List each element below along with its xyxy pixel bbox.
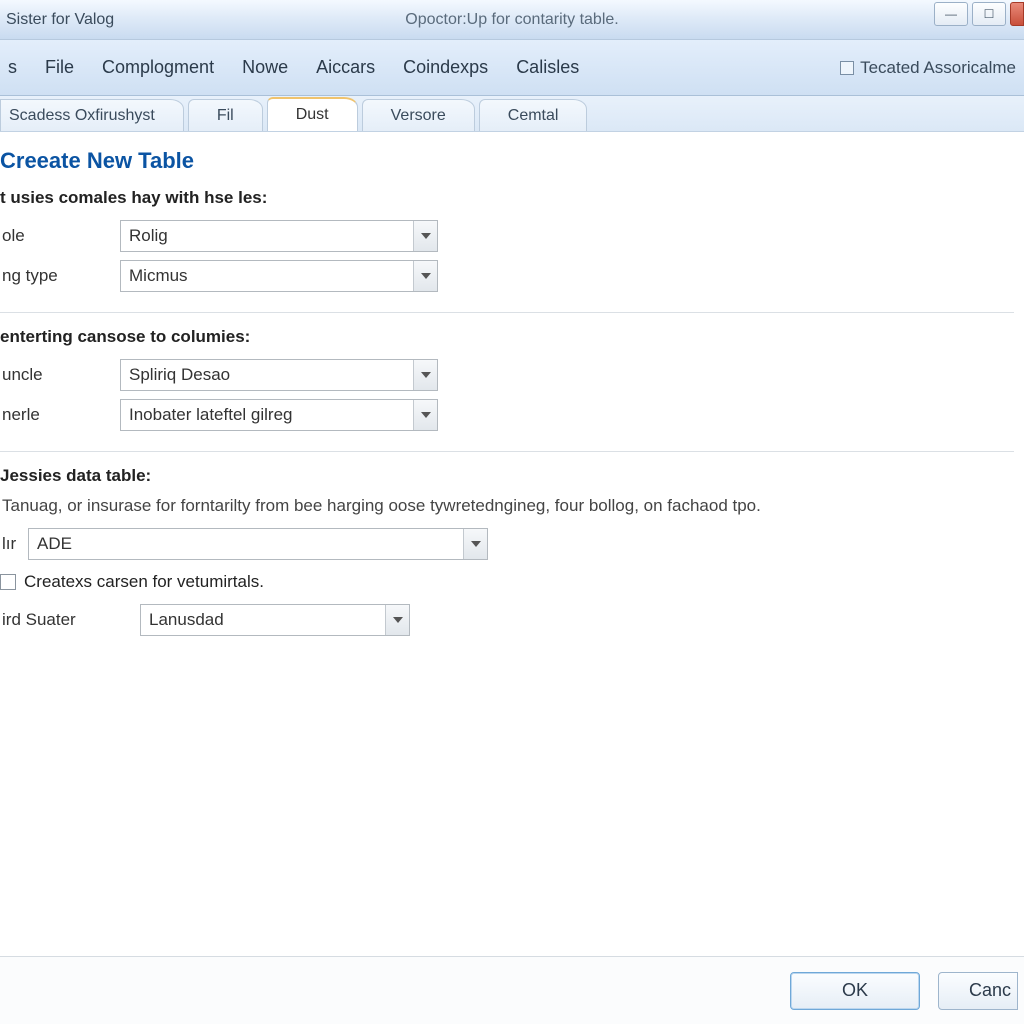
checkbox-label: Createxs carsen for vetumirtals.: [24, 572, 264, 592]
label-ngtype: ng type: [0, 266, 120, 286]
menu-item-file[interactable]: File: [45, 57, 74, 78]
label-uncle: uncle: [0, 365, 120, 385]
minimize-button[interactable]: ―: [934, 2, 968, 26]
row-ade: lır ADE: [0, 526, 1014, 562]
page-title: Creeate New Table: [0, 148, 1014, 174]
checkbox-createxs[interactable]: [0, 574, 16, 590]
row-nerle: nerle Inobater lateftel gilreg: [0, 397, 1014, 433]
tab-fil[interactable]: Fil: [188, 99, 263, 131]
window-controls: ― ☐: [934, 0, 1024, 28]
menu-item-complogment[interactable]: Complogment: [102, 57, 214, 78]
button-label: OK: [842, 980, 868, 1001]
menu-item-calisles[interactable]: Calisles: [516, 57, 579, 78]
chevron-down-icon: [413, 261, 437, 291]
combo-nerle[interactable]: Inobater lateftel gilreg: [120, 399, 438, 431]
combo-uncle[interactable]: Spliriq Desao: [120, 359, 438, 391]
section3-heading: Jessies data table:: [0, 466, 1014, 486]
tab-label: Dust: [296, 106, 329, 124]
menu-item-coindexps[interactable]: Coindexps: [403, 57, 488, 78]
close-button[interactable]: [1010, 2, 1024, 26]
titlebar: Sister for Valog Opoctor:Up for contarit…: [0, 0, 1024, 40]
window-title-left: Sister for Valog: [0, 11, 114, 29]
label-ole: ole: [0, 226, 120, 246]
chevron-down-icon: [463, 529, 487, 559]
tab-dust[interactable]: Dust: [267, 97, 358, 131]
row-ole: ole Rolig: [0, 218, 1014, 254]
combo-ngtype[interactable]: Micmus: [120, 260, 438, 292]
tab-label: Scadess Oxfirushyst: [9, 107, 155, 125]
menu-item-nowe[interactable]: Nowe: [242, 57, 288, 78]
dialog-footer: OK Canc: [0, 956, 1024, 1024]
combo-ade[interactable]: ADE: [28, 528, 488, 560]
menu-item-aiccars[interactable]: Aiccars: [316, 57, 375, 78]
tab-label: Fil: [217, 107, 234, 125]
menu-item-0[interactable]: s: [8, 57, 17, 78]
combo-value: ADE: [29, 534, 463, 554]
toolbar-right-label[interactable]: Tecated Assoricalme: [860, 58, 1016, 78]
section3-help: Tanuag, or insurase for forntarilty from…: [2, 496, 1014, 516]
row-ngtype: ng type Micmus: [0, 258, 1014, 294]
label-lir: lır: [0, 534, 28, 554]
tab-scadess[interactable]: Scadess Oxfirushyst: [0, 99, 184, 131]
cancel-button[interactable]: Canc: [938, 972, 1018, 1010]
label-suater: ird Suater: [0, 610, 140, 630]
separator: [0, 312, 1014, 313]
section2-heading: enterting cansose to columies:: [0, 327, 1014, 347]
separator: [0, 451, 1014, 452]
combo-value: Spliriq Desao: [121, 365, 413, 385]
chevron-down-icon: [413, 221, 437, 251]
tab-label: Versore: [391, 107, 446, 125]
combo-value: Micmus: [121, 266, 413, 286]
label-nerle: nerle: [0, 405, 120, 425]
combo-value: Rolig: [121, 226, 413, 246]
chevron-down-icon: [413, 400, 437, 430]
combo-value: Inobater lateftel gilreg: [121, 405, 413, 425]
window-title-center: Opoctor:Up for contarity table.: [405, 11, 618, 29]
chevron-down-icon: [385, 605, 409, 635]
section1-heading: t usies comales hay with hse les:: [0, 188, 1014, 208]
tab-label: Cemtal: [508, 107, 559, 125]
menubar: s File Complogment Nowe Aiccars Coindexp…: [0, 40, 1024, 96]
checkbox-row-createxs: Createxs carsen for vetumirtals.: [0, 572, 1014, 592]
combo-suater[interactable]: Lanusdad: [140, 604, 410, 636]
chevron-down-icon: [413, 360, 437, 390]
minimize-icon: ―: [945, 7, 957, 21]
row-suater: ird Suater Lanusdad: [0, 602, 1014, 638]
ok-button[interactable]: OK: [790, 972, 920, 1010]
button-label: Canc: [969, 980, 1011, 1001]
tabstrip: Scadess Oxfirushyst Fil Dust Versore Cem…: [0, 96, 1024, 132]
tab-versore[interactable]: Versore: [362, 99, 475, 131]
combo-ole[interactable]: Rolig: [120, 220, 438, 252]
tab-cemtal[interactable]: Cemtal: [479, 99, 588, 131]
content-pane: Creeate New Table t usies comales hay wi…: [0, 132, 1024, 956]
toolbar-right: Tecated Assoricalme: [840, 58, 1016, 78]
maximize-icon: ☐: [984, 7, 995, 21]
related-icon: [840, 61, 854, 75]
maximize-button[interactable]: ☐: [972, 2, 1006, 26]
row-uncle: uncle Spliriq Desao: [0, 357, 1014, 393]
combo-value: Lanusdad: [141, 610, 385, 630]
